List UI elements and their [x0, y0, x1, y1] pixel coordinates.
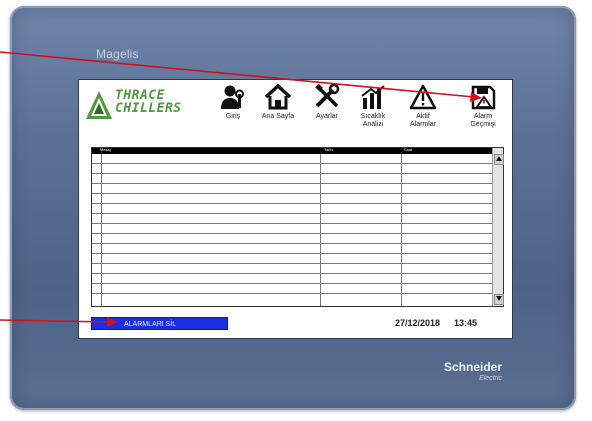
current-date: 27/12/2018: [395, 318, 441, 328]
bar-chart-icon: [361, 85, 385, 109]
column-header-mesaj: Mesaj: [100, 147, 111, 152]
arrow-down-icon: [496, 296, 502, 301]
table-scrollbar[interactable]: [492, 148, 504, 306]
table-row[interactable]: [92, 264, 492, 274]
user-wrench-icon: [221, 85, 244, 109]
nav-aktif-alarmlar-button[interactable]: Aktif Alarmlar: [397, 84, 449, 129]
table-row[interactable]: [92, 154, 492, 164]
table-row[interactable]: [92, 224, 492, 234]
table-row[interactable]: [92, 164, 492, 174]
table-row[interactable]: [92, 184, 492, 194]
logo-line-2: CHILLERS: [115, 101, 182, 116]
table-row[interactable]: [92, 244, 492, 254]
table-row[interactable]: [92, 234, 492, 244]
scroll-down-button[interactable]: [494, 294, 504, 305]
warning-icon: [409, 84, 437, 110]
table-row[interactable]: [92, 214, 492, 224]
nav-label-line-1: Sıcaklık: [360, 113, 386, 120]
arrow-up-icon: [496, 156, 502, 161]
nav-sicaklik-analizi-button[interactable]: Sıcaklık Analizi: [347, 84, 399, 129]
scroll-up-button[interactable]: [494, 154, 504, 165]
table-row[interactable]: [92, 194, 492, 204]
delete-alarms-button[interactable]: ALARMLARI SİL: [91, 317, 228, 330]
nav-label-line-1: Alarm: [473, 113, 493, 120]
table-row[interactable]: [92, 284, 492, 294]
schneider-brand: Schneider Electric: [444, 360, 503, 384]
nav-label-line-2: Alarmlar: [409, 121, 437, 128]
nav-label-line-2: Geçmişi: [470, 121, 496, 128]
schneider-sub: Electric: [479, 375, 503, 382]
nav-label: Ayarlar: [315, 113, 339, 120]
current-time: 13:45: [454, 318, 478, 328]
magelis-brand: Magelis: [96, 47, 139, 61]
nav-label: Ana Sayfa: [261, 113, 295, 120]
nav-ayarlar-button[interactable]: Ayarlar: [301, 84, 353, 121]
column-header-tarih: Tarih: [324, 147, 333, 152]
save-alarm-icon: [471, 85, 496, 110]
alarm-history-table[interactable]: Mesaj Tarih Saat: [91, 147, 504, 307]
date-time-display: 27/12/2018 13:45: [395, 318, 477, 328]
nav-alarm-gecmisi-button[interactable]: Alarm Geçmişi: [457, 84, 509, 129]
home-icon: [264, 84, 292, 110]
nav-label-line-1: Aktif: [416, 113, 430, 120]
nav-label-line-2: Analizi: [362, 121, 384, 128]
table-row[interactable]: [92, 274, 492, 284]
table-row[interactable]: [92, 204, 492, 214]
table-row[interactable]: [92, 254, 492, 264]
thrace-chillers-logo: THRACE CHILLERS: [85, 88, 205, 128]
table-row[interactable]: [92, 174, 492, 184]
schneider-name: Schneider: [444, 360, 503, 374]
hmi-screen: THRACE CHILLERS Giriş Ana Sayfa Ayarlar: [78, 79, 513, 339]
logo-triangle-icon: [86, 91, 112, 119]
column-header-saat: Saat: [404, 147, 413, 152]
tools-icon: [315, 84, 340, 108]
nav-ana-sayfa-button[interactable]: Ana Sayfa: [252, 84, 304, 121]
